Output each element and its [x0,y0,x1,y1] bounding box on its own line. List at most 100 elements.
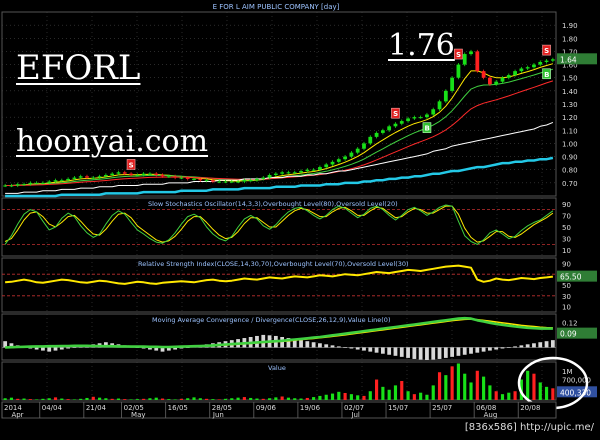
macd-histogram-bar [506,347,511,348]
volume-bar [236,397,240,400]
candle-body [305,169,310,172]
x-tick-label: 20/08 [520,404,540,412]
price-axis-label: 1.20 [562,114,578,122]
candle-body [324,164,329,168]
stoch-axis-label: 90 [562,201,571,209]
candle-body [9,185,14,187]
volume-bar [9,397,14,400]
candle-body [229,181,234,183]
volume-bar [469,382,473,400]
volume-bar [337,391,341,400]
stoch-axis-label: 50 [562,224,571,232]
macd-histogram-bar [330,345,335,348]
candle-body [374,132,379,137]
volume-bar [368,391,372,400]
volume-bar [463,373,467,400]
volume-bar [60,398,64,400]
volume-bar [356,395,360,400]
x-month-label: Apr [11,411,23,419]
candle-body [204,180,209,182]
candle-body [261,177,266,179]
candle-body [318,167,322,170]
macd-histogram-bar [519,345,524,348]
peak-price-annotation: 1.76 [388,28,455,63]
volume-bar [274,397,278,400]
macd-histogram-bar [481,347,486,352]
volume-bar [110,398,114,400]
macd-histogram-bar [525,344,530,348]
signal-label: B [425,125,430,133]
candle-body [380,130,385,133]
candle-body [97,176,102,178]
candle-body [47,181,52,183]
rsi-axis-label: 90 [562,260,571,268]
candle-body [59,180,64,182]
volume-bar [267,398,272,400]
volume-bar [412,394,416,400]
macd-histogram-bar [393,347,398,356]
candle-body [72,177,77,179]
macd-histogram-bar [550,340,555,348]
candle-body [412,117,417,119]
volume-bar [330,393,335,400]
macd-histogram-bar [399,347,404,357]
macd-histogram-bar [456,347,461,356]
macd-histogram-bar [349,347,354,349]
price-axis-label: 1.90 [562,22,578,30]
site-annotation: hoonyai.com [16,124,209,159]
price-axis-label: 1.00 [562,140,578,148]
candle-body [173,176,178,178]
candle-body [475,51,480,72]
candle-body [550,59,555,61]
x-month-label: Jul [350,411,360,419]
volume-bar [66,399,70,400]
volume-bar [425,394,429,400]
price-axis-label: 0.80 [562,167,578,175]
macd-histogram-bar [368,347,373,352]
macd-histogram-bar [494,347,499,350]
volume-bar [179,398,183,400]
volume-bar [526,370,530,400]
volume-bar [205,398,209,400]
candle-body [362,143,366,149]
volume-bar [532,373,536,400]
price-axis-label: 1.50 [562,75,578,83]
candle-body [185,177,190,179]
volume-bar [343,392,347,400]
rsi-axis-label: 10 [562,304,571,312]
volume-bar [551,388,555,400]
candle-body [462,54,467,65]
candle-body [160,174,165,177]
candle-body [387,126,392,131]
candle-body [255,178,259,181]
volume-bar [305,397,309,400]
volume-bar [482,376,486,400]
volume-bar [406,391,410,400]
x-month-label: Jun [212,411,224,419]
volume-bar [261,398,265,400]
volume-bar [387,389,391,400]
candle-body [154,173,159,175]
volume-bar [507,392,511,400]
candle-body [85,176,89,178]
macd-histogram-bar [475,347,480,353]
candle-body [406,118,410,122]
signal-label: S [129,161,134,169]
candle-body [538,61,543,65]
macd-histogram-bar [380,347,385,354]
candle-body [103,174,108,177]
macd-histogram-bar [66,347,70,349]
candle-body [179,177,184,179]
volume-bar [35,399,39,400]
volume-bar [249,397,253,400]
candle-body [399,121,404,124]
volume-label: Value [268,364,286,372]
candle-body [519,68,524,72]
volume-bar [85,397,89,400]
volume-bar [47,398,51,400]
volume-bar [230,398,234,400]
macd-histogram-bar [47,347,52,352]
rsi-axis-label: 50 [562,282,571,290]
stoch-label: Slow Stochastics Oscillator(14,3,3),Over… [148,200,398,208]
candle-body [500,77,505,82]
